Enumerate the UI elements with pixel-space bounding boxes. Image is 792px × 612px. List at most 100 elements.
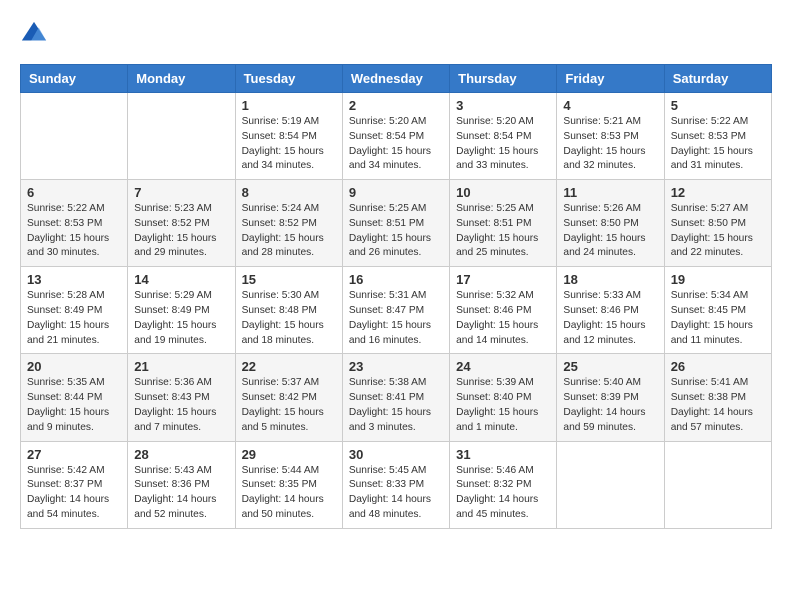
- day-number: 7: [134, 185, 228, 200]
- calendar-cell: 19 Sunrise: 5:34 AMSunset: 8:45 PMDayligh…: [664, 267, 771, 354]
- calendar-cell: 13 Sunrise: 5:28 AMSunset: 8:49 PMDayligh…: [21, 267, 128, 354]
- calendar-cell: 31 Sunrise: 5:46 AMSunset: 8:32 PMDayligh…: [450, 441, 557, 528]
- cell-text: Sunrise: 5:45 AMSunset: 8:33 PMDaylight:…: [349, 464, 443, 523]
- day-number: 15: [242, 272, 336, 287]
- calendar-cell: 20Sunrise: 5:35 AMSunset: 8:44 PMDayligh…: [21, 354, 128, 441]
- day-number: 20: [27, 359, 121, 374]
- weekday-header-thursday: Thursday: [450, 65, 557, 93]
- calendar-cell: 7 Sunrise: 5:23 AMSunset: 8:52 PMDaylight…: [128, 180, 235, 267]
- cell-text: Sunrise: 5:37 AMSunset: 8:42 PMDaylight:…: [242, 376, 336, 435]
- day-number: 22: [242, 359, 336, 374]
- calendar-cell: 28 Sunrise: 5:43 AMSunset: 8:36 PMDayligh…: [128, 441, 235, 528]
- day-number: 12: [671, 185, 765, 200]
- day-number: 27: [27, 447, 121, 462]
- day-number: 2: [349, 98, 443, 113]
- cell-text: Sunrise: 5:38 AMSunset: 8:41 PMDaylight:…: [349, 376, 443, 435]
- day-number: 28: [134, 447, 228, 462]
- cell-text: Sunrise: 5:22 AMSunset: 8:53 PMDaylight:…: [27, 202, 121, 261]
- calendar-cell: [21, 93, 128, 180]
- day-number: 1: [242, 98, 336, 113]
- logo-icon: [20, 20, 48, 48]
- cell-text: Sunrise: 5:36 AMSunset: 8:43 PMDaylight:…: [134, 376, 228, 435]
- cell-text: Sunrise: 5:31 AMSunset: 8:47 PMDaylight:…: [349, 289, 443, 348]
- calendar-table: SundayMondayTuesdayWednesdayThursdayFrid…: [20, 64, 772, 529]
- calendar-cell: 25 Sunrise: 5:40 AMSunset: 8:39 PMDayligh…: [557, 354, 664, 441]
- cell-text: Sunrise: 5:46 AMSunset: 8:32 PMDaylight:…: [456, 464, 550, 523]
- weekday-header-friday: Friday: [557, 65, 664, 93]
- cell-text: Sunrise: 5:22 AMSunset: 8:53 PMDaylight:…: [671, 115, 765, 174]
- cell-text: Sunrise: 5:34 AMSunset: 8:45 PMDaylight:…: [671, 289, 765, 348]
- day-number: 18: [563, 272, 657, 287]
- day-number: 19: [671, 272, 765, 287]
- day-number: 29: [242, 447, 336, 462]
- day-number: 10: [456, 185, 550, 200]
- cell-text: Sunrise: 5:41 AMSunset: 8:38 PMDaylight:…: [671, 376, 765, 435]
- calendar-week-2: 6Sunrise: 5:22 AMSunset: 8:53 PMDaylight…: [21, 180, 772, 267]
- day-number: 11: [563, 185, 657, 200]
- calendar-cell: [128, 93, 235, 180]
- calendar-cell: 21 Sunrise: 5:36 AMSunset: 8:43 PMDayligh…: [128, 354, 235, 441]
- calendar-cell: [557, 441, 664, 528]
- calendar-cell: 11 Sunrise: 5:26 AMSunset: 8:50 PMDayligh…: [557, 180, 664, 267]
- cell-text: Sunrise: 5:27 AMSunset: 8:50 PMDaylight:…: [671, 202, 765, 261]
- day-number: 13: [27, 272, 121, 287]
- day-number: 14: [134, 272, 228, 287]
- logo: [20, 20, 52, 48]
- calendar-cell: 17 Sunrise: 5:32 AMSunset: 8:46 PMDayligh…: [450, 267, 557, 354]
- weekday-header-monday: Monday: [128, 65, 235, 93]
- calendar-cell: 29 Sunrise: 5:44 AMSunset: 8:35 PMDayligh…: [235, 441, 342, 528]
- cell-text: Sunrise: 5:44 AMSunset: 8:35 PMDaylight:…: [242, 464, 336, 523]
- calendar-cell: 3Sunrise: 5:20 AMSunset: 8:54 PMDaylight…: [450, 93, 557, 180]
- calendar-cell: 1Sunrise: 5:19 AMSunset: 8:54 PMDaylight…: [235, 93, 342, 180]
- calendar-cell: 4 Sunrise: 5:21 AMSunset: 8:53 PMDaylight…: [557, 93, 664, 180]
- calendar-cell: 5 Sunrise: 5:22 AMSunset: 8:53 PMDaylight…: [664, 93, 771, 180]
- calendar-week-1: 1Sunrise: 5:19 AMSunset: 8:54 PMDaylight…: [21, 93, 772, 180]
- weekday-header-tuesday: Tuesday: [235, 65, 342, 93]
- day-number: 31: [456, 447, 550, 462]
- calendar-week-5: 27 Sunrise: 5:42 AMSunset: 8:37 PMDayligh…: [21, 441, 772, 528]
- weekday-header-wednesday: Wednesday: [342, 65, 449, 93]
- day-number: 21: [134, 359, 228, 374]
- day-number: 17: [456, 272, 550, 287]
- calendar-cell: 14 Sunrise: 5:29 AMSunset: 8:49 PMDayligh…: [128, 267, 235, 354]
- cell-text: Sunrise: 5:26 AMSunset: 8:50 PMDaylight:…: [563, 202, 657, 261]
- cell-text: Sunrise: 5:24 AMSunset: 8:52 PMDaylight:…: [242, 202, 336, 261]
- day-number: 30: [349, 447, 443, 462]
- cell-text: Sunrise: 5:33 AMSunset: 8:46 PMDaylight:…: [563, 289, 657, 348]
- calendar-cell: 10 Sunrise: 5:25 AMSunset: 8:51 PMDayligh…: [450, 180, 557, 267]
- calendar-week-3: 13 Sunrise: 5:28 AMSunset: 8:49 PMDayligh…: [21, 267, 772, 354]
- cell-text: Sunrise: 5:25 AMSunset: 8:51 PMDaylight:…: [456, 202, 550, 261]
- day-number: 26: [671, 359, 765, 374]
- day-number: 4: [563, 98, 657, 113]
- calendar-header-row: SundayMondayTuesdayWednesdayThursdayFrid…: [21, 65, 772, 93]
- day-number: 25: [563, 359, 657, 374]
- day-number: 5: [671, 98, 765, 113]
- cell-text: Sunrise: 5:43 AMSunset: 8:36 PMDaylight:…: [134, 464, 228, 523]
- weekday-header-saturday: Saturday: [664, 65, 771, 93]
- calendar-cell: 26 Sunrise: 5:41 AMSunset: 8:38 PMDayligh…: [664, 354, 771, 441]
- cell-text: Sunrise: 5:42 AMSunset: 8:37 PMDaylight:…: [27, 464, 121, 523]
- calendar-cell: 2 Sunrise: 5:20 AMSunset: 8:54 PMDaylight…: [342, 93, 449, 180]
- calendar-cell: 24 Sunrise: 5:39 AMSunset: 8:40 PMDayligh…: [450, 354, 557, 441]
- calendar-cell: 22 Sunrise: 5:37 AMSunset: 8:42 PMDayligh…: [235, 354, 342, 441]
- day-number: 8: [242, 185, 336, 200]
- cell-text: Sunrise: 5:40 AMSunset: 8:39 PMDaylight:…: [563, 376, 657, 435]
- cell-text: Sunrise: 5:23 AMSunset: 8:52 PMDaylight:…: [134, 202, 228, 261]
- calendar-cell: 30 Sunrise: 5:45 AMSunset: 8:33 PMDayligh…: [342, 441, 449, 528]
- calendar-cell: [664, 441, 771, 528]
- calendar-cell: 8 Sunrise: 5:24 AMSunset: 8:52 PMDaylight…: [235, 180, 342, 267]
- calendar-cell: 23Sunrise: 5:38 AMSunset: 8:41 PMDayligh…: [342, 354, 449, 441]
- cell-text: Sunrise: 5:25 AMSunset: 8:51 PMDaylight:…: [349, 202, 443, 261]
- calendar-cell: 18 Sunrise: 5:33 AMSunset: 8:46 PMDayligh…: [557, 267, 664, 354]
- cell-text: Sunrise: 5:21 AMSunset: 8:53 PMDaylight:…: [563, 115, 657, 174]
- cell-text: Sunrise: 5:32 AMSunset: 8:46 PMDaylight:…: [456, 289, 550, 348]
- cell-text: Sunrise: 5:29 AMSunset: 8:49 PMDaylight:…: [134, 289, 228, 348]
- cell-text: Sunrise: 5:28 AMSunset: 8:49 PMDaylight:…: [27, 289, 121, 348]
- day-number: 9: [349, 185, 443, 200]
- day-number: 24: [456, 359, 550, 374]
- calendar-week-4: 20Sunrise: 5:35 AMSunset: 8:44 PMDayligh…: [21, 354, 772, 441]
- day-number: 3: [456, 98, 550, 113]
- cell-text: Sunrise: 5:39 AMSunset: 8:40 PMDaylight:…: [456, 376, 550, 435]
- cell-text: Sunrise: 5:20 AMSunset: 8:54 PMDaylight:…: [349, 115, 443, 174]
- calendar-cell: 9 Sunrise: 5:25 AMSunset: 8:51 PMDaylight…: [342, 180, 449, 267]
